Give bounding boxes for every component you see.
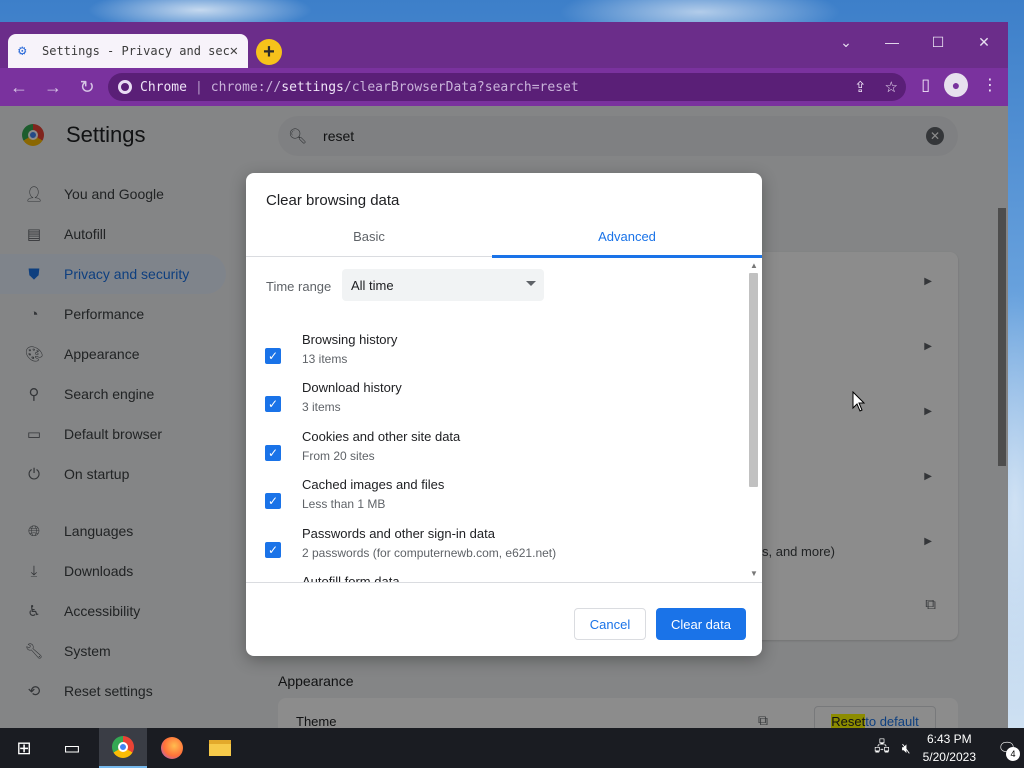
active-tab-indicator <box>492 255 762 258</box>
back-arrow-icon[interactable]: ← <box>4 72 34 102</box>
item-subtitle: 2 passwords (for computernewb.com, e621.… <box>302 546 557 560</box>
url-scheme: chrome:// <box>210 79 282 95</box>
tab-search-icon[interactable]: ⌄ <box>823 28 869 56</box>
browser-toolbar: ← → ↻ Chrome | chrome:// settings /clear… <box>0 68 1008 106</box>
time-range-select[interactable]: All time <box>342 269 544 301</box>
item-title: Cached images and files <box>302 477 445 492</box>
action-center-icon[interactable]: 🗨︎4 <box>990 728 1024 768</box>
tab-basic[interactable]: Basic <box>246 229 492 244</box>
chrome-site-icon <box>118 80 132 94</box>
checkbox-checked-icon[interactable]: ✓ <box>265 348 281 364</box>
tab-close-icon[interactable]: ✕ <box>230 43 238 59</box>
tab-advanced[interactable]: Advanced <box>492 229 762 244</box>
scroll-up-icon[interactable]: ▲ <box>750 261 758 270</box>
minimize-button[interactable]: — <box>869 28 915 56</box>
time-range-value: All time <box>351 277 394 293</box>
checkbox-cookies[interactable]: ✓ Cookies and other site data From 20 si… <box>246 429 746 477</box>
side-panel-icon[interactable]: ▯ <box>921 75 930 95</box>
windows-taskbar: ⊞ ▭ 🖧︎ 🔇︎ 6:43 PM 5/20/2023 🗨︎4 <box>0 728 1024 768</box>
system-tray: 🖧︎ 🔇︎ 6:43 PM 5/20/2023 🗨︎4 <box>874 728 1024 768</box>
clock-time: 6:43 PM <box>926 732 972 746</box>
url-host: settings <box>281 79 344 95</box>
item-title: Cookies and other site data <box>302 429 461 444</box>
checkbox-cached-images[interactable]: ✓ Cached images and files Less than 1 MB <box>246 477 746 525</box>
mouse-cursor-icon <box>852 391 866 412</box>
checkbox-passwords[interactable]: ✓ Passwords and other sign-in data 2 pas… <box>246 526 746 574</box>
maximize-button[interactable]: ☐ <box>915 28 961 56</box>
item-subtitle: From 20 sites <box>302 449 375 463</box>
clock-date: 5/20/2023 <box>922 750 976 764</box>
time-range-label: Time range <box>266 279 332 294</box>
item-title: Download history <box>302 380 402 395</box>
checkbox-download-history[interactable]: ✓ Download history 3 items <box>246 380 746 428</box>
checkbox-checked-icon[interactable]: ✓ <box>265 445 281 461</box>
reload-icon[interactable]: ↻ <box>72 72 102 102</box>
firefox-taskbar-icon[interactable] <box>148 728 196 768</box>
file-explorer-icon[interactable] <box>196 728 244 768</box>
item-title: Passwords and other sign-in data <box>302 526 495 541</box>
dialog-body: Time range All time ✓ Browsing history 1… <box>246 259 762 583</box>
url-path: /clearBrowserData?search=reset <box>343 79 579 95</box>
clear-data-button[interactable]: Clear data <box>656 608 746 640</box>
item-subtitle: 13 items <box>302 352 348 366</box>
dropdown-caret-icon <box>526 281 536 286</box>
scroll-thumb[interactable] <box>749 273 758 487</box>
cancel-button[interactable]: Cancel <box>574 608 646 640</box>
item-subtitle: 3 items <box>302 400 341 414</box>
share-icon[interactable]: ⇪ <box>854 78 867 96</box>
checkbox-checked-icon[interactable]: ✓ <box>265 493 281 509</box>
close-window-button[interactable]: ✕ <box>961 28 1007 56</box>
taskbar-clock[interactable]: 6:43 PM 5/20/2023 <box>923 730 976 766</box>
settings-gear-icon: ⚙ <box>18 43 27 59</box>
clear-browsing-data-dialog: Clear browsing data Basic Advanced Time … <box>246 173 762 656</box>
browser-tab[interactable]: ⚙ Settings - Privacy and security ✕ <box>8 34 248 68</box>
omnibox-separator: | <box>194 79 203 95</box>
network-icon[interactable]: 🖧︎ <box>874 736 890 760</box>
menu-kebab-icon[interactable]: ⋮ <box>982 75 998 95</box>
title-bar: ⚙ Settings - Privacy and security ✕ + ⌄ … <box>0 22 1008 68</box>
bookmark-star-icon[interactable]: ☆ <box>885 78 898 96</box>
new-tab-button[interactable]: + <box>256 39 282 65</box>
checkbox-checked-icon[interactable]: ✓ <box>265 542 281 558</box>
profile-avatar-icon[interactable]: ● <box>944 73 968 97</box>
task-view-icon[interactable]: ▭ <box>48 728 96 768</box>
scroll-down-icon[interactable]: ▼ <box>750 569 758 578</box>
dialog-title: Clear browsing data <box>266 192 400 209</box>
dialog-tabs: Basic Advanced <box>246 225 762 258</box>
checkbox-browsing-history[interactable]: ✓ Browsing history 13 items <box>246 332 746 380</box>
dialog-scrollbar[interactable]: ▲ ▼ <box>746 259 762 582</box>
volume-muted-icon[interactable]: 🔇︎ <box>902 740 911 757</box>
chrome-taskbar-icon[interactable] <box>99 728 147 768</box>
item-subtitle: Less than 1 MB <box>302 497 386 511</box>
forward-arrow-icon[interactable]: → <box>38 72 68 102</box>
checkbox-checked-icon[interactable]: ✓ <box>265 396 281 412</box>
item-title: Browsing history <box>302 332 398 347</box>
origin-label: Chrome <box>140 79 187 95</box>
checkbox-autofill[interactable]: ✓ Autofill form data <box>246 574 746 583</box>
windows-start-icon[interactable]: ⊞ <box>0 728 48 768</box>
tab-title: Settings - Privacy and security <box>42 44 230 58</box>
item-title: Autofill form data <box>302 574 400 583</box>
address-bar[interactable]: Chrome | chrome:// settings /clearBrowse… <box>108 73 906 101</box>
notification-count-badge: 4 <box>1006 747 1020 761</box>
